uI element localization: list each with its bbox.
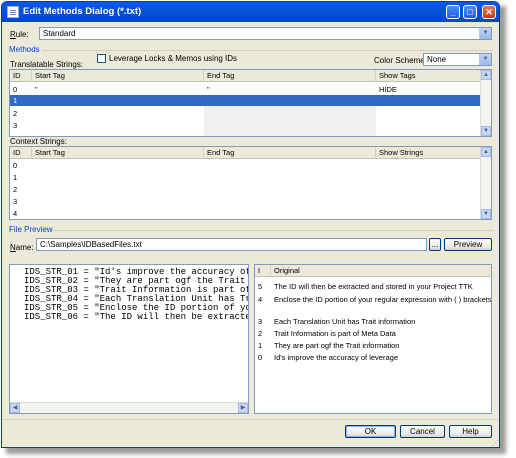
column-header-id[interactable]: ID	[10, 147, 32, 159]
scroll-right-icon[interactable]: ▶	[238, 403, 248, 413]
scroll-down-icon[interactable]: ▼	[481, 126, 491, 136]
rule-label: Rule:	[10, 30, 29, 39]
cancel-button[interactable]: Cancel	[400, 425, 445, 438]
item-text: The ID will then be extracted and stored…	[274, 282, 473, 291]
source-line: IDS_STR_06 = "The ID will then be extrac…	[24, 312, 249, 322]
resize-grip-icon[interactable]: ⋰	[492, 439, 499, 447]
item-id: 5	[258, 282, 263, 291]
color-scheme-label: Color Scheme:	[374, 56, 427, 65]
list-item[interactable]: 0 Id's improve the accuracy of leverage	[255, 352, 491, 363]
item-text: Each Translation Unit has Trait informat…	[274, 317, 416, 326]
file-preview-divider	[52, 230, 494, 231]
table-row-selected[interactable]: 1	[10, 95, 480, 106]
rule-value: Standard	[43, 29, 76, 38]
item-id: 3	[258, 317, 263, 326]
scroll-left-icon[interactable]: ◀	[10, 403, 20, 413]
column-header-id[interactable]: ID	[10, 70, 32, 82]
methods-divider	[42, 50, 494, 51]
list-header: I Original	[255, 265, 491, 277]
methods-group-title: Methods	[9, 45, 40, 54]
rule-combo[interactable]: Standard ▼	[39, 27, 492, 40]
row-id: 1	[13, 173, 18, 182]
item-text: Trait Information is part of Meta Data	[274, 329, 396, 338]
item-id: 2	[258, 329, 263, 338]
title-bar[interactable]: Edit Methods Dialog (*.txt) _ □ ✕	[2, 2, 499, 22]
table-row[interactable]: 1	[10, 172, 480, 183]
scroll-down-icon[interactable]: ▼	[481, 209, 491, 219]
column-header-end-tag[interactable]: End Tag	[204, 147, 376, 159]
row-id: 0	[13, 85, 18, 94]
dialog-icon	[7, 6, 19, 18]
column-header-start-tag[interactable]: Start Tag	[32, 147, 204, 159]
close-button[interactable]: ✕	[482, 5, 496, 19]
help-button[interactable]: Help	[449, 425, 492, 438]
item-text: Id's improve the accuracy of leverage	[274, 353, 398, 362]
table-row[interactable]: 0 " " HIDE	[10, 84, 480, 95]
table-row[interactable]: 4	[10, 208, 480, 219]
column-header-show-strings[interactable]: Show Strings	[376, 147, 482, 159]
color-scheme-combo[interactable]: None ▼	[423, 53, 492, 66]
footer-divider	[2, 419, 499, 420]
column-header-original[interactable]: Original	[271, 265, 491, 277]
column-header-show-tags[interactable]: Show Tags	[376, 70, 482, 82]
translatable-strings-grid[interactable]: ID Start Tag End Tag Show Tags 0 " " HID…	[9, 69, 492, 137]
horizontal-scrollbar[interactable]: ◀ ▶	[10, 402, 248, 413]
list-item[interactable]: 1 They are part ogf the Trait informatio…	[255, 340, 491, 351]
item-text: They are part ogf the Trait information	[274, 341, 400, 350]
leverage-label: Leverage Locks & Memos using IDs	[109, 54, 238, 63]
row-id: 0	[13, 161, 18, 170]
row-show-tags[interactable]: HIDE	[376, 84, 397, 95]
leverage-checkbox[interactable]	[97, 54, 106, 63]
list-item[interactable]: 3 Each Translation Unit has Trait inform…	[255, 316, 491, 327]
file-preview-group-title: File Preview	[9, 225, 53, 234]
item-id: 0	[258, 353, 263, 362]
translatable-strings-label: Translatable Strings:	[10, 60, 84, 69]
column-header-start-tag[interactable]: Start Tag	[32, 70, 204, 82]
list-item[interactable]: 4 Enclose the ID portion of your regular…	[255, 294, 491, 305]
vertical-scrollbar[interactable]: ▲ ▼	[480, 147, 491, 219]
table-row[interactable]: 0	[10, 160, 480, 171]
scroll-up-icon[interactable]: ▲	[481, 147, 491, 157]
row-id: 3	[13, 197, 18, 206]
row-end-tag[interactable]: "	[204, 84, 210, 95]
row-id: 2	[13, 185, 18, 194]
row-id: 2	[13, 109, 18, 118]
source-preview-pane[interactable]: IDS_STR_01 = "Id's improve the accuracy …	[9, 264, 249, 414]
grid-header: ID Start Tag End Tag Show Strings	[10, 147, 480, 159]
table-row[interactable]: 3	[10, 120, 480, 131]
extracted-strings-list[interactable]: I Original 5 The ID will then be extract…	[254, 264, 492, 414]
minimize-button[interactable]: _	[446, 5, 460, 19]
list-item[interactable]: 2 Trait Information is part of Meta Data	[255, 328, 491, 339]
column-header-id[interactable]: I	[255, 265, 271, 277]
column-header-end-tag[interactable]: End Tag	[204, 70, 376, 82]
row-start-tag[interactable]: "	[32, 84, 38, 95]
context-strings-label: Context Strings:	[10, 137, 67, 146]
table-row[interactable]: 2	[10, 108, 480, 119]
vertical-scrollbar[interactable]: ▲ ▼	[480, 70, 491, 136]
maximize-button[interactable]: □	[463, 5, 477, 19]
item-text: Enclose the ID portion of your regular e…	[274, 295, 492, 304]
file-path-value: C:\Samples\IDBasedFiles.txt	[40, 240, 142, 249]
context-strings-grid[interactable]: ID Start Tag End Tag Show Strings 0 1 2 …	[9, 146, 492, 220]
file-path-field[interactable]: C:\Samples\IDBasedFiles.txt	[36, 238, 427, 251]
grid-header: ID Start Tag End Tag Show Tags	[10, 70, 480, 82]
dialog-title: Edit Methods Dialog (*.txt)	[23, 6, 142, 17]
color-scheme-value: None	[427, 55, 447, 64]
chevron-down-icon[interactable]: ▼	[479, 54, 491, 65]
name-label: Name:	[10, 243, 34, 252]
item-id: 4	[258, 295, 263, 304]
row-id: 3	[13, 121, 18, 130]
row-id: 1	[13, 96, 18, 105]
preview-button[interactable]: Preview	[444, 238, 492, 251]
chevron-down-icon[interactable]: ▼	[479, 28, 491, 39]
item-id: 1	[258, 341, 263, 350]
table-row[interactable]: 3	[10, 196, 480, 207]
browse-button[interactable]: ...	[429, 238, 441, 251]
edit-methods-dialog: Edit Methods Dialog (*.txt) _ □ ✕ Rule: …	[1, 1, 500, 448]
table-row[interactable]: 2	[10, 184, 480, 195]
row-id: 4	[13, 209, 18, 218]
ok-button[interactable]: OK	[345, 425, 396, 438]
scroll-up-icon[interactable]: ▲	[481, 70, 491, 80]
list-item[interactable]: 5 The ID will then be extracted and stor…	[255, 281, 491, 292]
